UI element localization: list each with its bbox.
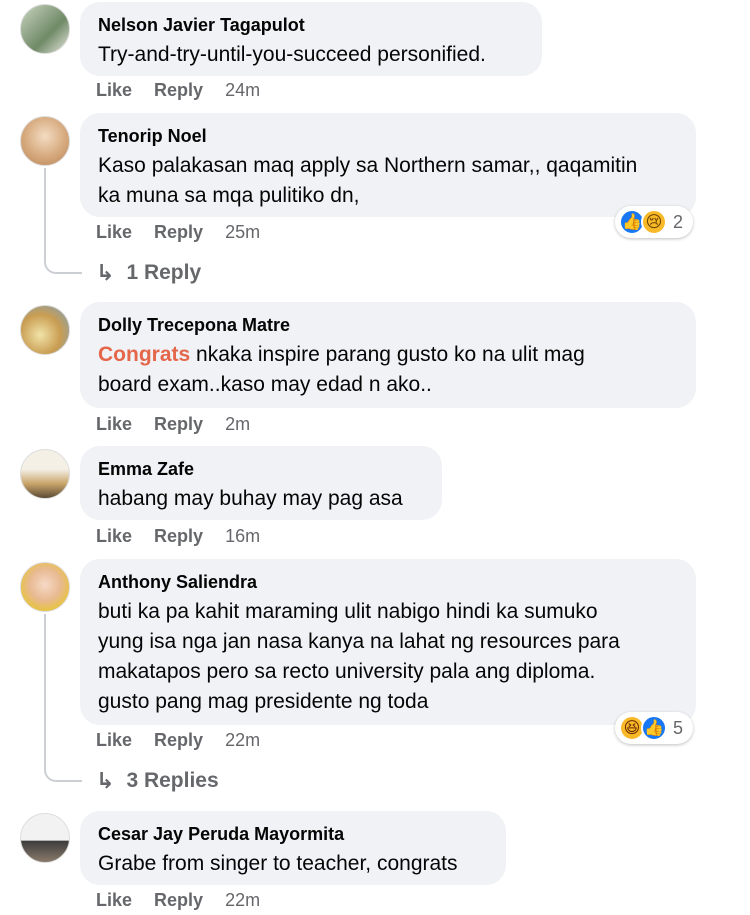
commenter-name[interactable]: Dolly Trecepona Matre [98, 314, 678, 336]
comment-text: habang may buhay may pag asa [98, 487, 403, 510]
comment-bubble: Tenorip Noel Kaso palakasan maq apply sa… [80, 113, 696, 217]
timestamp[interactable]: 25m [225, 222, 260, 243]
sad-reaction-icon: 😢 [641, 209, 667, 235]
commenter-name[interactable]: Emma Zafe [98, 458, 424, 480]
comment-actions: Like Reply 25m [96, 222, 260, 243]
comment-bubble: Nelson Javier Tagapulot Try-and-try-unti… [80, 2, 542, 76]
comment-text: buti ka pa kahit maraming ulit nabigo hi… [98, 600, 620, 713]
like-button[interactable]: Like [96, 222, 132, 243]
comment-actions: Like Reply 24m [96, 80, 260, 101]
timestamp[interactable]: 24m [225, 80, 260, 101]
reply-button[interactable]: Reply [154, 890, 203, 911]
comment-actions: Like Reply 16m [96, 526, 260, 547]
comment-bubble: Emma Zafe habang may buhay may pag asa [80, 446, 442, 520]
like-button[interactable]: Like [96, 890, 132, 911]
view-replies-link[interactable]: ↳ 3 Replies [96, 768, 219, 794]
like-button[interactable]: Like [96, 414, 132, 435]
reply-arrow-icon: ↳ [96, 260, 115, 285]
commenter-name[interactable]: Anthony Saliendra [98, 571, 678, 593]
timestamp[interactable]: 2m [225, 414, 250, 435]
reaction-summary[interactable]: 😆 👍 5 [615, 712, 693, 744]
replies-count-label: 1 Reply [126, 261, 202, 284]
avatar[interactable] [20, 305, 70, 355]
comment-text: Kaso palakasan maq apply sa Northern sam… [98, 154, 638, 207]
avatar[interactable] [20, 562, 70, 612]
commenter-name[interactable]: Nelson Javier Tagapulot [98, 14, 524, 36]
comment-text: Try-and-try-until-you-succeed personifie… [98, 43, 486, 66]
replies-count-label: 3 Replies [126, 769, 219, 792]
comment-actions: Like Reply 2m [96, 414, 250, 435]
timestamp[interactable]: 22m [225, 730, 260, 751]
thread-connector [44, 168, 82, 274]
comment-bubble: Anthony Saliendra buti ka pa kahit maram… [80, 559, 696, 725]
comment-bubble: Cesar Jay Peruda Mayormita Grabe from si… [80, 811, 506, 885]
reaction-count: 5 [673, 717, 684, 738]
reply-button[interactable]: Reply [154, 80, 203, 101]
like-reaction-icon: 👍 [641, 715, 667, 741]
like-button[interactable]: Like [96, 730, 132, 751]
reply-button[interactable]: Reply [154, 526, 203, 547]
comment-bubble: Dolly Trecepona Matre Congrats nkaka ins… [80, 302, 696, 408]
comment-text: Congrats nkaka inspire parang gusto ko n… [98, 340, 678, 400]
comment-actions: Like Reply 22m [96, 890, 260, 911]
like-button[interactable]: Like [96, 80, 132, 101]
avatar[interactable] [20, 813, 70, 863]
avatar[interactable] [20, 4, 70, 54]
reply-button[interactable]: Reply [154, 222, 203, 243]
commenter-name[interactable]: Cesar Jay Peruda Mayormita [98, 823, 488, 845]
reply-button[interactable]: Reply [154, 414, 203, 435]
view-replies-link[interactable]: ↳ 1 Reply [96, 260, 201, 286]
comment-text: Grabe from singer to teacher, congrats [98, 852, 458, 875]
avatar[interactable] [20, 116, 70, 166]
reaction-count: 2 [673, 211, 684, 232]
commenter-name[interactable]: Tenorip Noel [98, 125, 678, 147]
reply-arrow-icon: ↳ [96, 768, 115, 793]
highlighted-word[interactable]: Congrats [98, 343, 190, 366]
avatar[interactable] [20, 449, 70, 499]
timestamp[interactable]: 16m [225, 526, 260, 547]
reaction-summary[interactable]: 👍 😢 2 [615, 206, 693, 238]
reply-button[interactable]: Reply [154, 730, 203, 751]
thread-connector [44, 614, 82, 782]
timestamp[interactable]: 22m [225, 890, 260, 911]
like-button[interactable]: Like [96, 526, 132, 547]
comment-actions: Like Reply 22m [96, 730, 260, 751]
